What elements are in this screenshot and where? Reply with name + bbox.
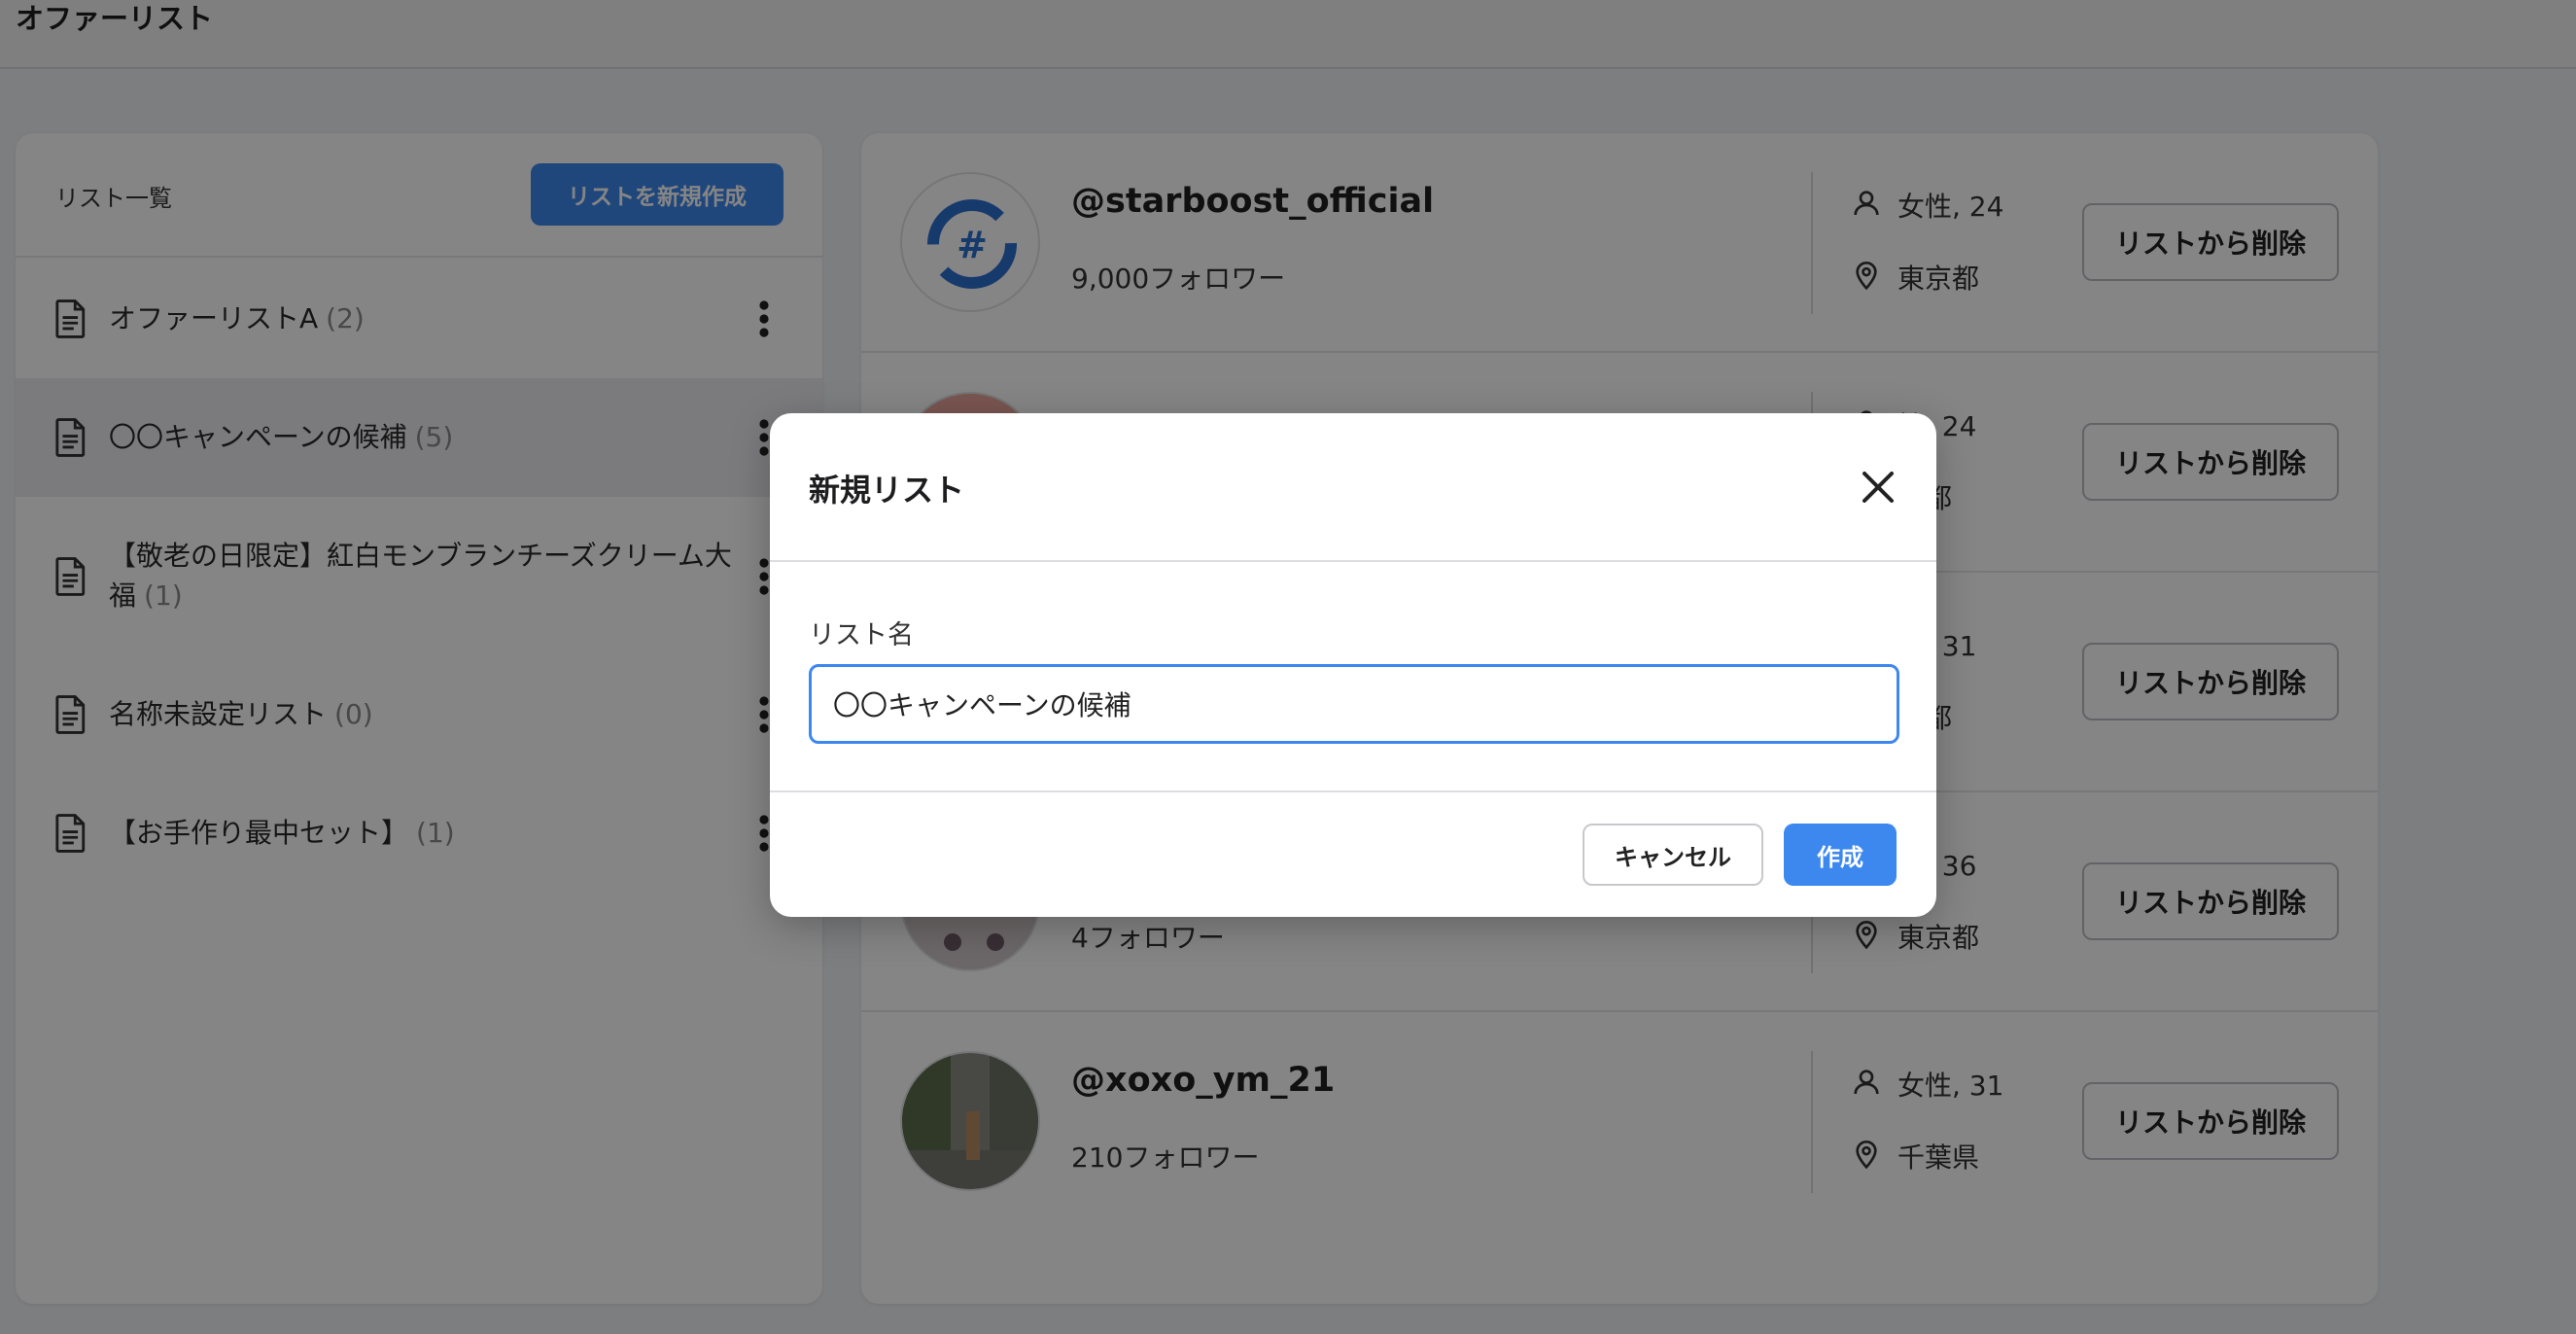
dialog-header: 新規リスト [770,413,1936,562]
dialog-title: 新規リスト [809,472,965,509]
close-icon [1862,472,1894,503]
dialog-footer-divider [770,790,1936,792]
list-name-input[interactable] [809,664,1899,744]
create-button[interactable]: 作成 [1784,824,1897,886]
new-list-dialog: 新規リスト リスト名 キャンセル 作成 [770,413,1936,917]
list-name-label: リスト名 [809,620,914,650]
cancel-button[interactable]: キャンセル [1583,824,1763,886]
close-button[interactable] [1857,466,1899,509]
